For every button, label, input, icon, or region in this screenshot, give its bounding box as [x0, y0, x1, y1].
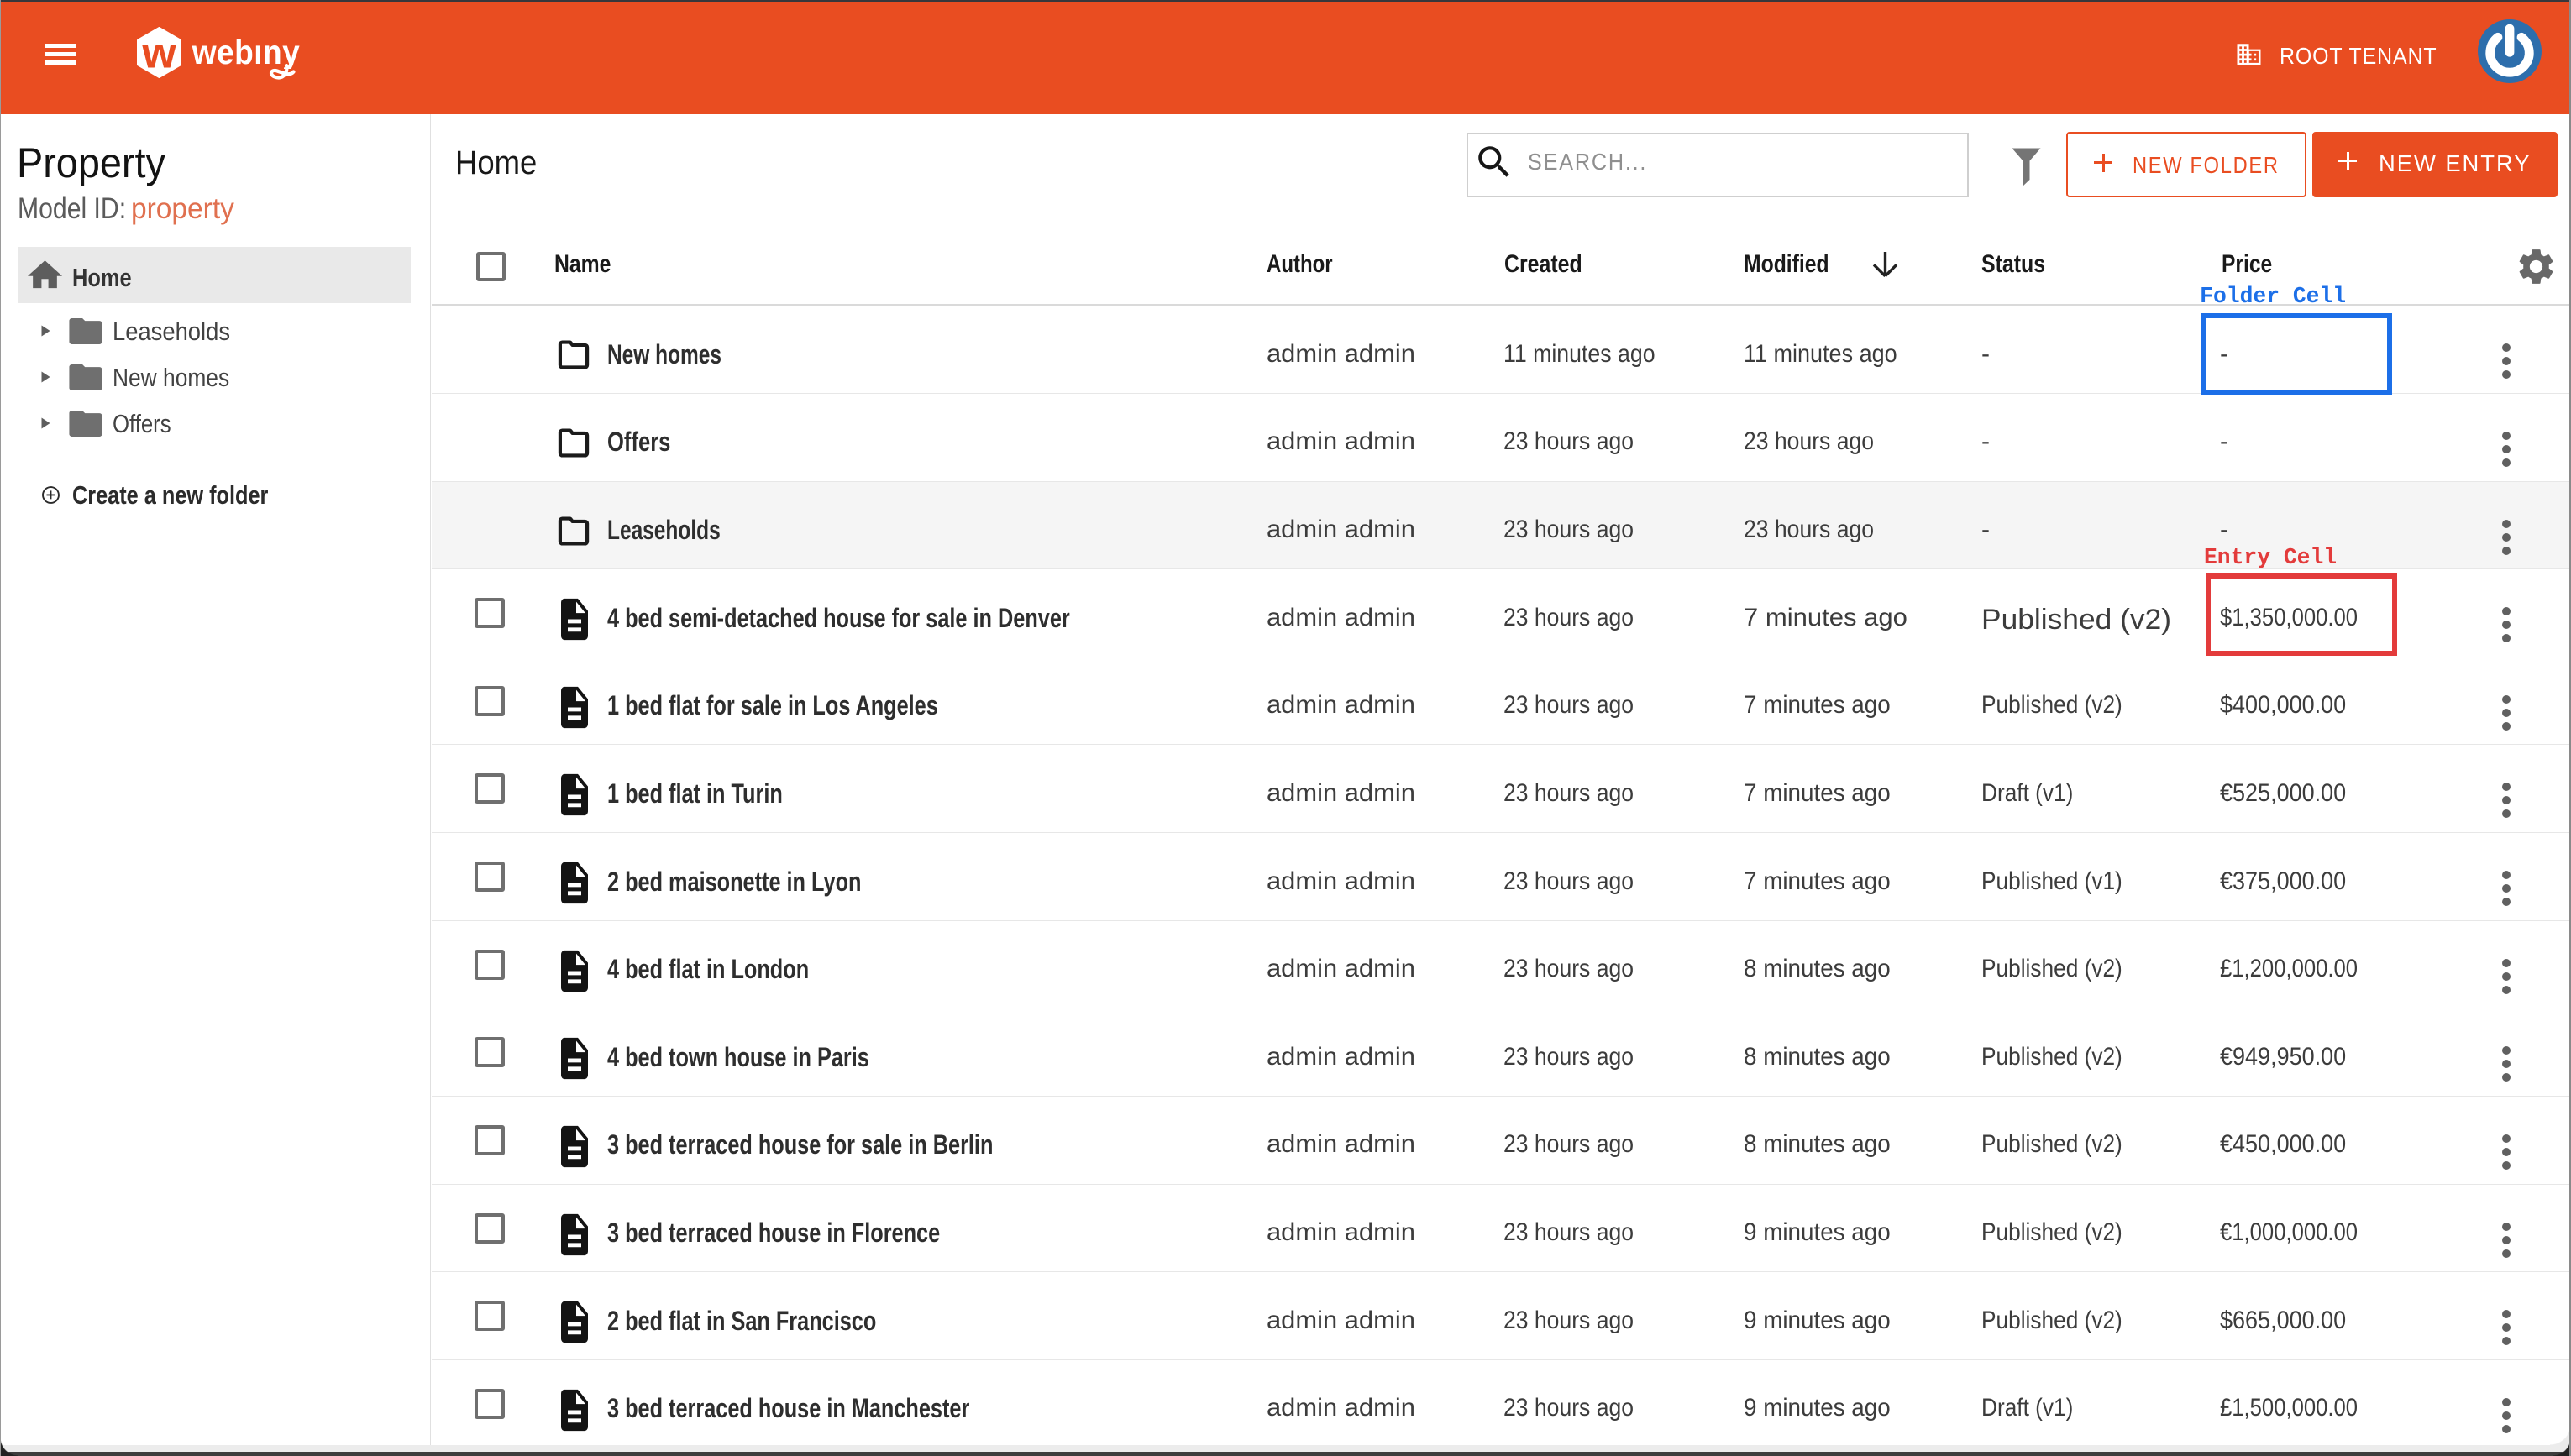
svg-text:w: w	[141, 29, 176, 77]
